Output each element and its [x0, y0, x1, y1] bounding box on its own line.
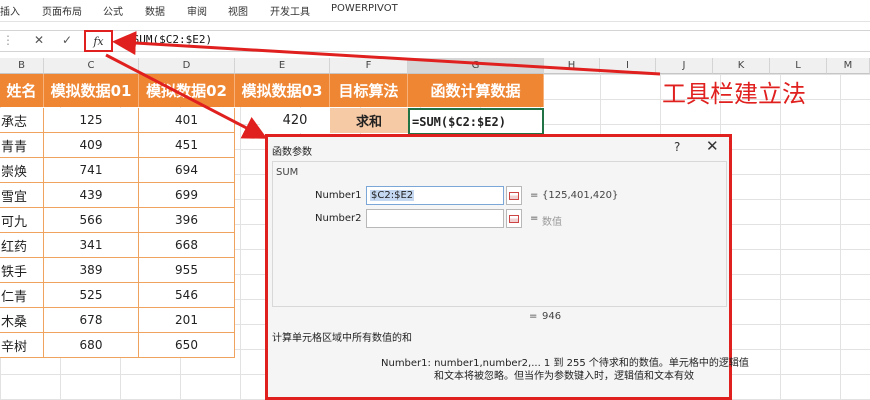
column-header-i[interactable]: I: [600, 58, 656, 74]
range-select-icon: [509, 214, 519, 223]
cell-name[interactable]: 铁手: [0, 258, 44, 283]
header-data01[interactable]: 模拟数据01: [44, 74, 139, 107]
insert-function-button[interactable]: fx: [84, 30, 113, 52]
tab-insert[interactable]: 插入: [0, 3, 20, 18]
header-data02[interactable]: 模拟数据02: [139, 74, 235, 107]
column-header-k[interactable]: K: [713, 58, 770, 74]
dialog-title: 函数参数: [272, 147, 312, 158]
cell-c[interactable]: 680: [44, 333, 139, 358]
cell-name[interactable]: 红药: [0, 233, 44, 258]
cell-name[interactable]: 木桑: [0, 308, 44, 333]
column-header-d[interactable]: D: [139, 58, 235, 74]
cell-c[interactable]: 389: [44, 258, 139, 283]
number2-equals: =: [530, 213, 539, 224]
number1-label: Number1: [315, 190, 362, 201]
total-result: 946: [542, 311, 562, 322]
cell-name[interactable]: 辛树: [0, 333, 44, 358]
number1-collapse-button[interactable]: [506, 186, 522, 205]
total-equals: =: [529, 311, 538, 322]
range-select-icon: [509, 191, 519, 200]
number2-collapse-button[interactable]: [506, 209, 522, 228]
cell-d[interactable]: 451: [139, 133, 235, 158]
number2-result: 数值: [542, 217, 562, 228]
tab-data[interactable]: 数据: [145, 3, 165, 18]
cell-d[interactable]: 699: [139, 183, 235, 208]
cell-c[interactable]: 409: [44, 133, 139, 158]
cell-name[interactable]: 仁青: [0, 283, 44, 308]
tab-powerpivot[interactable]: POWERPIVOT: [331, 3, 398, 14]
number1-input[interactable]: $C2:$E2: [366, 186, 504, 205]
header-target[interactable]: 目标算法: [330, 74, 408, 107]
function-description: 计算单元格区域中所有数值的和: [272, 333, 412, 344]
cell-f2[interactable]: 求和: [330, 108, 408, 133]
cell-d[interactable]: 396: [139, 208, 235, 233]
header-name[interactable]: 姓名: [0, 74, 44, 107]
annotation-label: 工具栏建立法: [662, 80, 806, 108]
number1-result: {125,401,420}: [542, 190, 619, 201]
cell-c[interactable]: 741: [44, 158, 139, 183]
cell-name[interactable]: 雪宜: [0, 183, 44, 208]
cell-d[interactable]: 201: [139, 308, 235, 333]
tab-view[interactable]: 视图: [228, 3, 248, 18]
function-arguments-dialog: 函数参数 ? ✕ SUM Number1 $C2:$E2 = {125,401,…: [265, 134, 749, 400]
tab-developer[interactable]: 开发工具: [270, 3, 310, 18]
cell-name[interactable]: 青青: [0, 133, 44, 158]
tab-formulas[interactable]: 公式: [103, 3, 123, 18]
argument-help-line2: 和文本将被忽略。但当作为参数键入时，逻辑值和文本有效: [434, 371, 694, 382]
cell-name[interactable]: 承志: [0, 108, 44, 133]
formula-input[interactable]: =SUM($C2:$E2): [126, 33, 212, 46]
column-header-c[interactable]: C: [44, 58, 139, 74]
help-icon[interactable]: ?: [674, 140, 680, 154]
column-header-g[interactable]: G: [408, 58, 544, 74]
cell-g2-active[interactable]: =SUM($C2:$E2): [408, 108, 544, 135]
cell-e2[interactable]: 420: [260, 108, 330, 133]
cell-name[interactable]: 崇焕: [0, 158, 44, 183]
column-header-e[interactable]: E: [235, 58, 330, 74]
tab-review[interactable]: 审阅: [187, 3, 207, 18]
cell-d[interactable]: 546: [139, 283, 235, 308]
column-header-f[interactable]: F: [330, 58, 408, 74]
column-header-l[interactable]: L: [770, 58, 827, 74]
ribbon-tabs: 插入 页面布局 公式 数据 审阅 视图 开发工具 POWERPIVOT: [0, 0, 870, 22]
cell-c[interactable]: 525: [44, 283, 139, 308]
cell-c[interactable]: 341: [44, 233, 139, 258]
cell-d[interactable]: 955: [139, 258, 235, 283]
column-header-b[interactable]: B: [0, 58, 44, 74]
column-header-m[interactable]: M: [827, 58, 870, 74]
cell-c[interactable]: 125: [44, 108, 139, 133]
enter-icon[interactable]: ✓: [62, 33, 72, 47]
cell-c[interactable]: 566: [44, 208, 139, 233]
number1-value: $C2:$E2: [370, 190, 415, 201]
more-icon: ⋮: [2, 33, 14, 47]
number1-equals: =: [530, 190, 539, 201]
tab-page-layout[interactable]: 页面布局: [42, 3, 82, 18]
cell-d[interactable]: 668: [139, 233, 235, 258]
cancel-icon[interactable]: ✕: [34, 33, 44, 47]
column-header-j[interactable]: J: [656, 58, 713, 74]
header-calc[interactable]: 函数计算数据: [408, 74, 544, 107]
close-icon[interactable]: ✕: [706, 137, 719, 155]
cell-c[interactable]: 439: [44, 183, 139, 208]
number2-label: Number2: [315, 213, 362, 224]
cell-d[interactable]: 650: [139, 333, 235, 358]
cell-d[interactable]: 401: [139, 108, 235, 133]
cell-name[interactable]: 可九: [0, 208, 44, 233]
column-header-h[interactable]: H: [544, 58, 600, 74]
arguments-group: [272, 161, 727, 307]
function-name: SUM: [276, 167, 299, 178]
number2-input[interactable]: [366, 209, 504, 228]
header-data03[interactable]: 模拟数据03: [235, 74, 330, 107]
cell-c[interactable]: 678: [44, 308, 139, 333]
cell-d[interactable]: 694: [139, 158, 235, 183]
